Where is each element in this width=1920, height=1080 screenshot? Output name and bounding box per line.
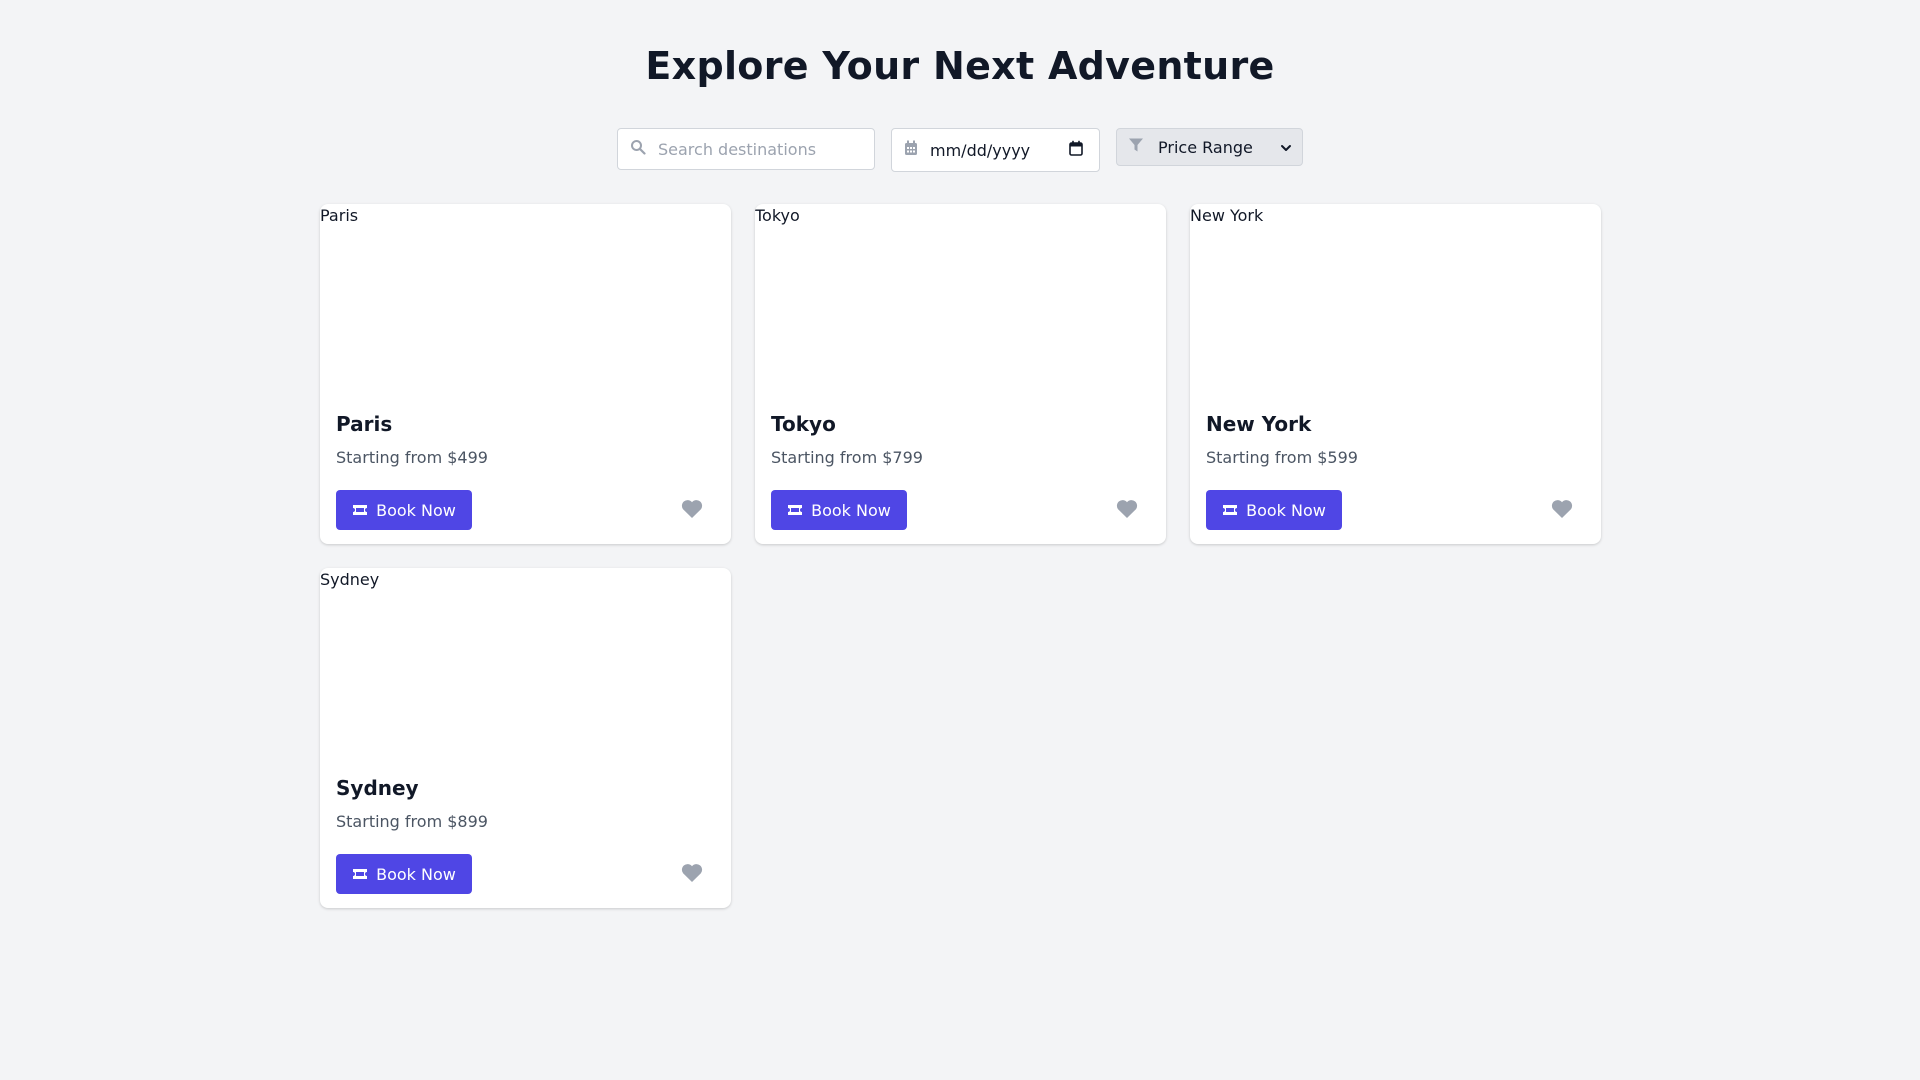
destination-price: Starting from $499 [336, 448, 488, 467]
destination-card: Tokyo Tokyo Starting from $799 Book Now [755, 204, 1166, 544]
image-alt-text: New York [1190, 206, 1264, 225]
favorite-button[interactable] [1551, 499, 1573, 522]
heart-icon [1551, 499, 1573, 522]
image-alt-text: Sydney [320, 570, 380, 589]
search-field[interactable] [617, 128, 875, 170]
destination-card: Sydney Sydney Starting from $899 Book No… [320, 568, 731, 908]
book-now-button[interactable]: Book Now [1206, 490, 1342, 530]
chevron-down-icon [1280, 138, 1292, 157]
book-now-label: Book Now [376, 864, 456, 884]
destination-grid: Paris Paris Starting from $499 Book Now [320, 204, 1601, 908]
image-alt-text: Paris [320, 206, 359, 225]
destination-name: Paris [336, 412, 393, 436]
favorite-button[interactable] [1116, 499, 1138, 522]
destination-price: Starting from $899 [336, 812, 488, 831]
destination-card: Paris Paris Starting from $499 Book Now [320, 204, 731, 544]
ticket-icon [352, 501, 368, 520]
date-input-value: mm/dd/yyyy [930, 140, 1031, 160]
ticket-icon [352, 865, 368, 884]
destination-image: Sydney [320, 568, 731, 760]
destination-price: Starting from $599 [1206, 448, 1358, 467]
destination-name: Sydney [336, 776, 419, 800]
destination-image: Tokyo [755, 204, 1166, 396]
favorite-button[interactable] [681, 863, 703, 886]
book-now-button[interactable]: Book Now [771, 490, 907, 530]
calendar-icon [904, 140, 918, 160]
date-field[interactable]: mm/dd/yyyy [891, 128, 1100, 172]
destination-image: New York [1190, 204, 1601, 396]
destination-price: Starting from $799 [771, 448, 923, 467]
destination-name: New York [1206, 412, 1312, 436]
book-now-button[interactable]: Book Now [336, 490, 472, 530]
heart-icon [1116, 499, 1138, 522]
price-range-selected: Price Range [1158, 137, 1253, 157]
price-range-select[interactable]: Price Range [1116, 128, 1303, 166]
destination-card: New York New York Starting from $599 Boo… [1190, 204, 1601, 544]
destination-image: Paris [320, 204, 731, 396]
ticket-icon [787, 501, 803, 520]
ticket-icon [1222, 501, 1238, 520]
book-now-button[interactable]: Book Now [336, 854, 472, 894]
book-now-label: Book Now [1246, 500, 1326, 520]
book-now-label: Book Now [376, 500, 456, 520]
image-alt-text: Tokyo [755, 206, 800, 225]
book-now-label: Book Now [811, 500, 891, 520]
destination-name: Tokyo [771, 412, 836, 436]
favorite-button[interactable] [681, 499, 703, 522]
search-input[interactable] [658, 139, 858, 159]
heart-icon [681, 499, 703, 522]
page-title: Explore Your Next Adventure [645, 44, 1275, 88]
heart-icon [681, 863, 703, 886]
filter-icon [1128, 137, 1144, 157]
calendar-picker-icon[interactable] [1069, 140, 1083, 160]
search-icon [630, 139, 646, 159]
filter-bar: mm/dd/yyyy Price Range [0, 128, 1920, 172]
